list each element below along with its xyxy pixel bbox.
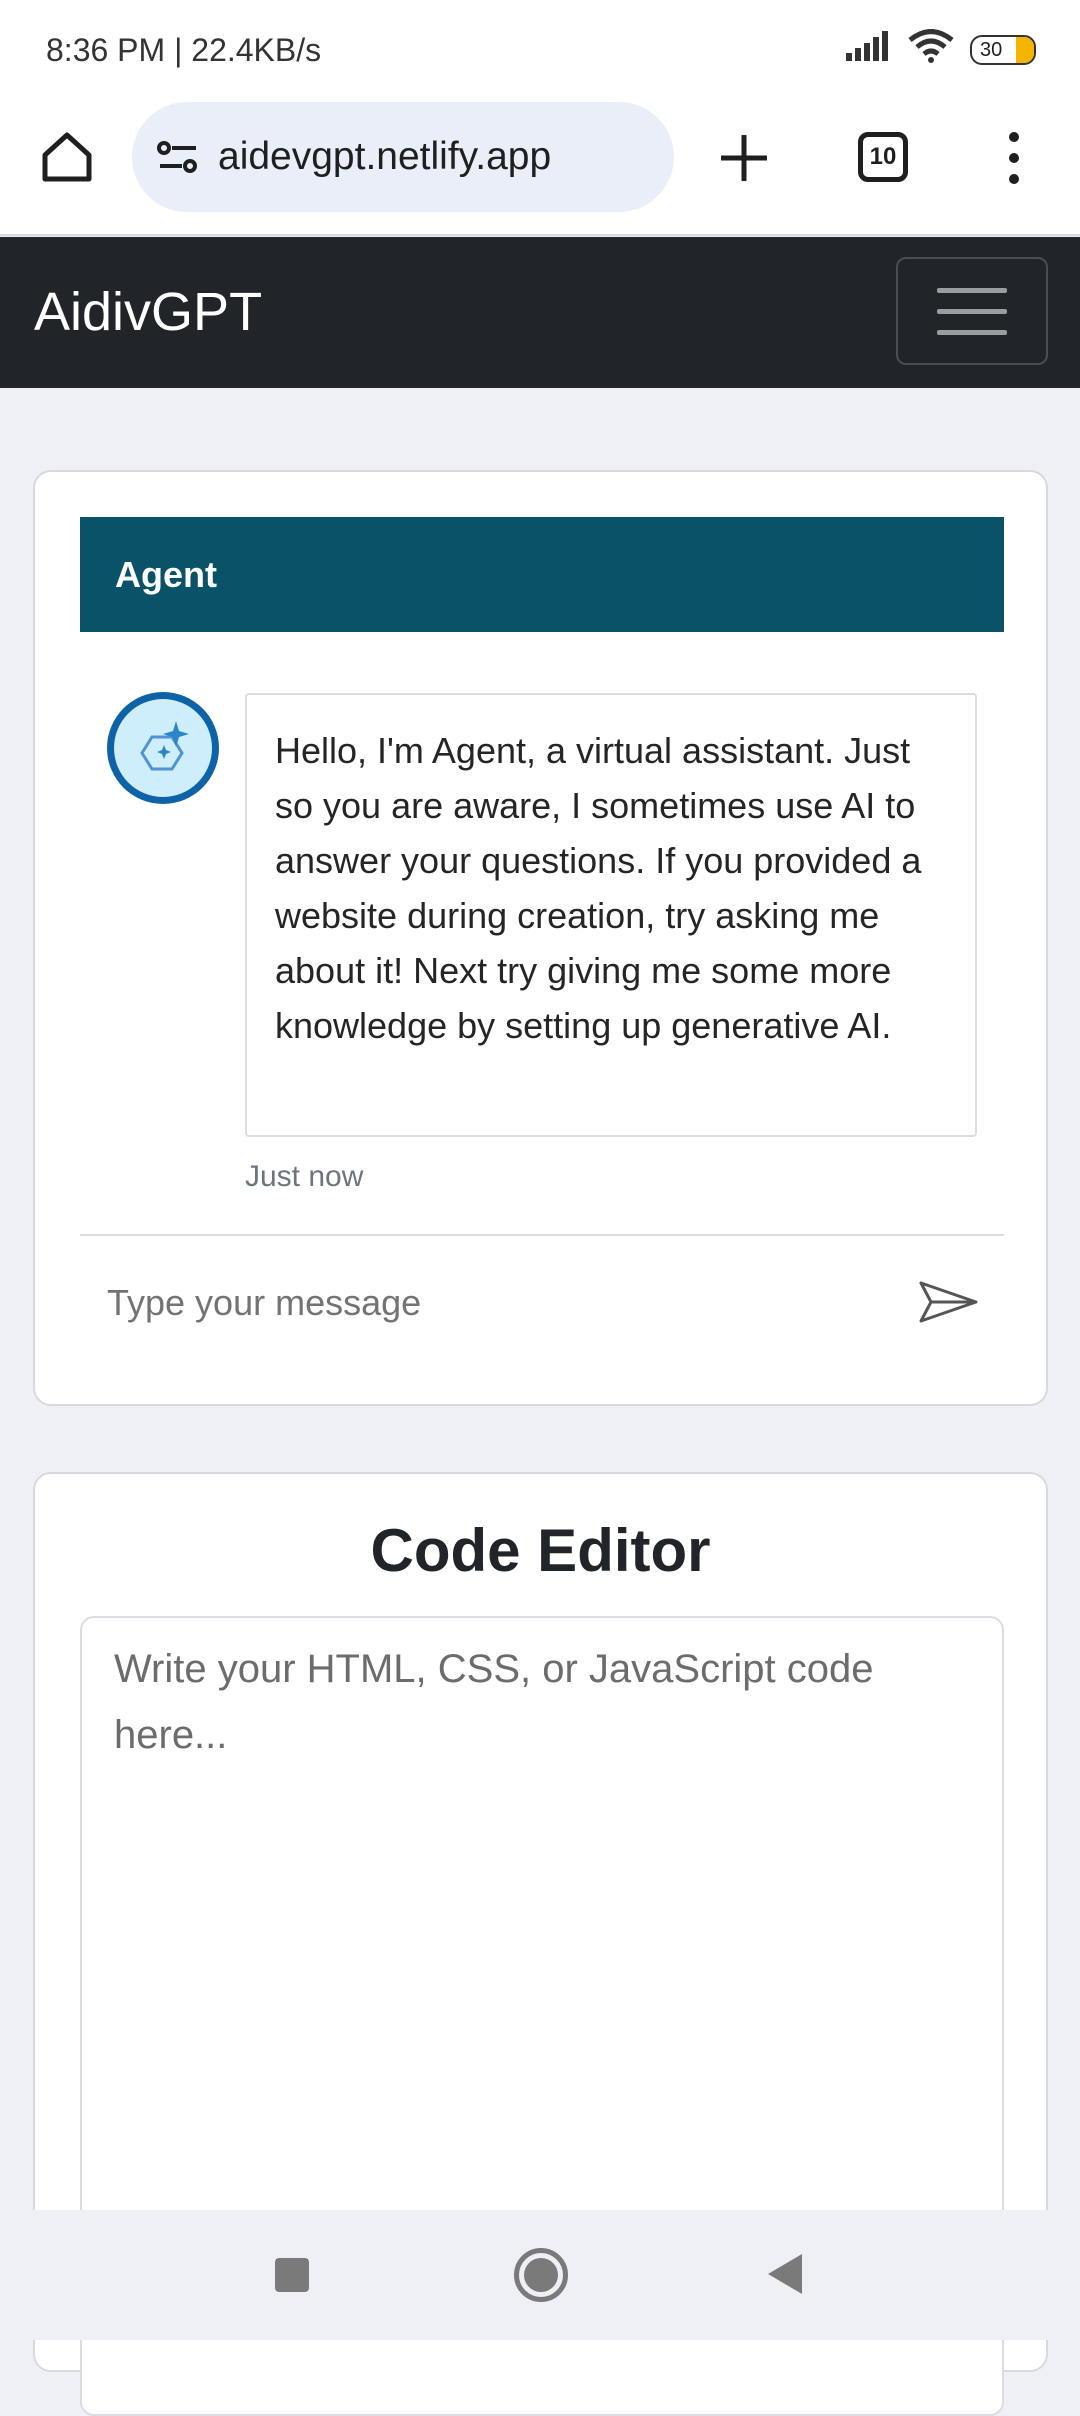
browser-menu-button[interactable]	[996, 126, 1032, 190]
brand-logo[interactable]: AidivGPT	[34, 237, 262, 388]
hamburger-line	[937, 308, 1007, 314]
home-nav-button[interactable]	[514, 2248, 568, 2302]
battery-icon: 30	[970, 35, 1036, 65]
navbar-toggler-button[interactable]	[896, 257, 1048, 365]
home-icon	[42, 132, 92, 182]
message-timestamp: Just now	[245, 1160, 364, 1193]
copilot-sparkle-icon	[140, 721, 189, 771]
dot-icon	[1009, 152, 1019, 163]
editor-title: Code Editor	[370, 1517, 711, 1584]
new-tab-button[interactable]	[712, 126, 776, 190]
hamburger-line	[937, 329, 1007, 335]
site-navbar: AidivGPT	[0, 237, 1080, 388]
divider	[80, 1234, 1004, 1236]
battery-level: 30	[980, 38, 1003, 61]
status-icons: 30	[846, 29, 1036, 71]
plus-icon	[721, 135, 767, 181]
back-button[interactable]	[768, 2254, 802, 2294]
dot-icon	[1009, 131, 1019, 142]
home-button[interactable]	[30, 120, 104, 194]
status-bar: 8:36 PM | 22.4KB/s 30	[0, 0, 1080, 100]
message-input[interactable]	[107, 1258, 907, 1348]
chat-widget: Agent Hello, I'm Agent, a virtual assist…	[33, 470, 1048, 1406]
send-icon	[919, 1281, 978, 1323]
dot-icon	[1009, 174, 1019, 185]
status-time-speed: 8:36 PM | 22.4KB/s	[46, 31, 322, 68]
chat-header: Agent	[80, 517, 1004, 632]
agent-message-bubble: Hello, I'm Agent, a virtual assistant. J…	[245, 693, 977, 1137]
system-nav-bar	[0, 2210, 1080, 2340]
signal-icon	[846, 31, 892, 69]
site-settings-icon[interactable]	[156, 139, 200, 175]
home-circle-icon	[524, 2258, 558, 2292]
url-text[interactable]: aidevgpt.netlify.app	[218, 135, 551, 179]
tab-count: 10	[869, 143, 897, 170]
send-button[interactable]	[915, 1272, 983, 1332]
hamburger-line	[937, 287, 1007, 293]
tab-switcher-button[interactable]: 10	[858, 132, 908, 182]
wifi-icon	[908, 29, 954, 71]
address-bar[interactable]: aidevgpt.netlify.app	[132, 102, 674, 212]
agent-avatar	[107, 692, 219, 804]
recent-apps-button[interactable]	[275, 2258, 309, 2292]
